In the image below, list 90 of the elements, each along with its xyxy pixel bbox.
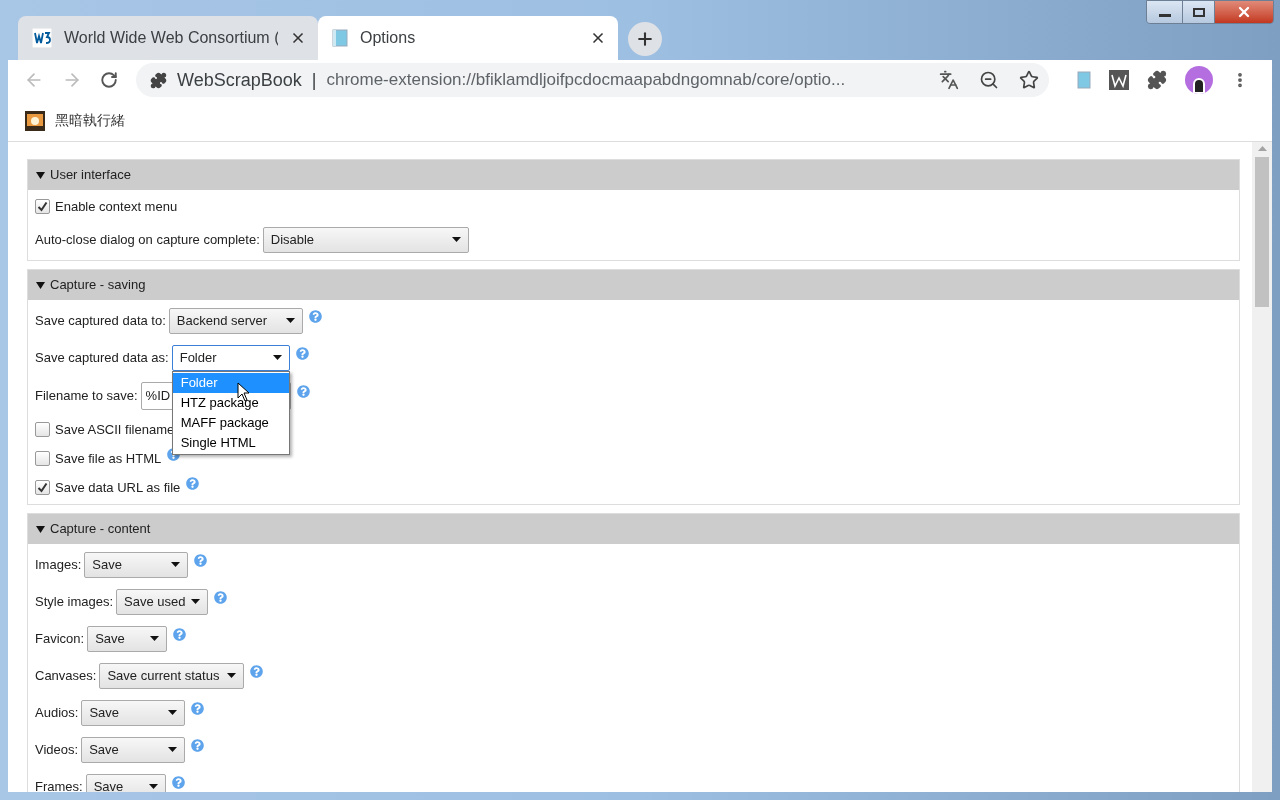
field-label: Favicon:: [35, 629, 85, 648]
new-tab-button[interactable]: [628, 22, 662, 56]
help-icon[interactable]: [214, 591, 228, 604]
select-dropdown[interactable]: Backend server: [168, 307, 303, 334]
select-dropdown[interactable]: Save current status: [99, 662, 245, 689]
checkbox[interactable]: [35, 480, 50, 495]
section-title: Capture - saving: [50, 276, 146, 295]
plus-icon: [635, 29, 655, 49]
maximize-button[interactable]: [1183, 1, 1215, 23]
select-dropdown[interactable]: Save used: [116, 588, 209, 615]
caret-icon: [191, 599, 201, 604]
reload-icon[interactable]: [100, 71, 118, 89]
separator: |: [311, 68, 317, 92]
checkbox-label: Save file as HTML: [55, 449, 162, 468]
section-title: Capture - content: [50, 520, 151, 539]
field-label: Canvases:: [35, 666, 97, 685]
field-label: Auto-close dialog on capture complete:: [35, 230, 260, 249]
close-icon[interactable]: [590, 30, 606, 46]
select-dropdown[interactable]: Save: [84, 551, 189, 578]
help-icon[interactable]: [308, 310, 322, 323]
section-header[interactable]: Capture - content: [28, 514, 1239, 544]
select-dropdown[interactable]: Save: [87, 625, 168, 652]
scrollbar[interactable]: [1252, 142, 1272, 792]
help-icon[interactable]: [186, 477, 200, 490]
field-label: Filename to save:: [35, 386, 138, 405]
caret-icon: [150, 636, 160, 641]
help-icon[interactable]: [194, 554, 208, 567]
section-header[interactable]: Capture - saving: [28, 270, 1239, 300]
translate-icon[interactable]: [939, 70, 959, 90]
close-button[interactable]: [1215, 1, 1273, 23]
tab-title: Options: [360, 28, 417, 48]
avatar-icon[interactable]: [1185, 66, 1213, 94]
scrollbar-thumb[interactable]: [1255, 157, 1269, 307]
help-icon[interactable]: [167, 448, 181, 461]
checkbox[interactable]: [35, 451, 50, 466]
dropdown-option[interactable]: HTZ package: [172, 392, 289, 413]
caret-icon: [451, 237, 461, 242]
field-label: Videos:: [35, 740, 79, 759]
caret-icon: [285, 318, 295, 323]
checkbox-label: Enable context menu: [55, 197, 178, 216]
caret-icon: [148, 784, 158, 789]
field-label: Save captured data to:: [35, 311, 166, 330]
field-label: Save captured data as:: [35, 348, 169, 367]
bookmark-item[interactable]: 黑暗執行緒: [25, 110, 125, 131]
caret-icon: [171, 562, 181, 567]
caret-icon: [168, 710, 178, 715]
select-dropdown[interactable]: Folder: [171, 344, 290, 371]
field-label: Images:: [35, 555, 82, 574]
browser-tab[interactable]: Options: [318, 16, 618, 60]
checkbox-label: Save ASCII filename: [55, 420, 175, 439]
address-bar[interactable]: WebScrapBook | chrome-extension://bfiklamdljoifpcdocmaapabdngomnab/core/optio...: [136, 63, 1049, 97]
minimize-button[interactable]: [1147, 1, 1183, 23]
field-label: Frames:: [35, 777, 83, 792]
extensions-icon[interactable]: [1147, 70, 1167, 90]
close-icon[interactable]: [290, 30, 306, 46]
help-icon[interactable]: [295, 347, 309, 360]
field-label: Style images:: [35, 592, 114, 611]
book-icon[interactable]: [1077, 71, 1091, 89]
select-dropdown[interactable]: Save: [85, 773, 166, 792]
checkbox-label: Save data URL as file: [55, 478, 181, 497]
select-dropdown[interactable]: Save: [81, 736, 186, 763]
help-icon[interactable]: [191, 702, 205, 715]
dropdown-option[interactable]: MAFF package: [172, 412, 289, 433]
help-icon[interactable]: [296, 385, 310, 398]
close-icon: [1236, 4, 1252, 20]
help-icon[interactable]: [250, 665, 264, 678]
section-title: User interface: [50, 166, 131, 185]
help-icon[interactable]: [173, 628, 187, 641]
url-text: chrome-extension://bfiklamdljoifpcdocmaapabdngomnab/core/optio...: [326, 69, 847, 92]
help-icon[interactable]: [191, 739, 205, 752]
help-icon[interactable]: [171, 776, 185, 789]
checkbox[interactable]: [35, 199, 50, 214]
site-name: WebScrapBook: [177, 68, 302, 92]
zoom-out-icon[interactable]: [979, 70, 999, 90]
caret-icon: [272, 355, 282, 360]
w-logo-icon[interactable]: [1109, 70, 1129, 90]
extension-icon: [150, 71, 167, 89]
w3-logo-icon: [32, 28, 52, 48]
bookmark-star-icon[interactable]: [1019, 70, 1039, 90]
caret-icon: [168, 747, 178, 752]
book-icon: [332, 29, 348, 47]
scroll-up-icon[interactable]: [1257, 146, 1267, 151]
favicon-icon: [25, 110, 45, 131]
select-dropdown[interactable]: Disable: [262, 226, 469, 253]
section-header[interactable]: User interface: [28, 160, 1239, 190]
dropdown-option[interactable]: Single HTML: [172, 432, 289, 453]
checkbox[interactable]: [35, 422, 50, 437]
caret-icon: [227, 673, 237, 678]
field-label: Audios:: [35, 703, 79, 722]
select-dropdown[interactable]: Save: [81, 699, 186, 726]
